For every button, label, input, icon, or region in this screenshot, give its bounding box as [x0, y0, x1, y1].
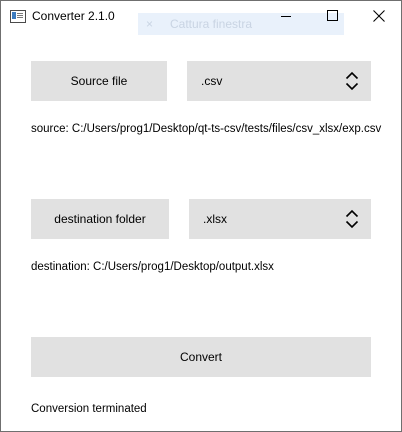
app-window-icon: [10, 10, 26, 23]
up-down-chevron-icon: [345, 71, 359, 91]
source-path-label: source: C:/Users/prog1/Desktop/qt-ts-csv…: [31, 123, 382, 135]
destination-folder-button[interactable]: destination folder: [31, 199, 169, 239]
title-bar[interactable]: Converter 2.1.0 × Cattura finestra: [1, 1, 401, 35]
converter-window: Converter 2.1.0 × Cattura finestra Sourc…: [0, 0, 402, 432]
minimize-icon: [281, 16, 291, 17]
maximize-icon: [327, 10, 338, 21]
destination-format-value: .xlsx: [203, 212, 227, 226]
up-down-chevron-icon: [345, 209, 359, 229]
convert-button[interactable]: Convert: [31, 337, 371, 377]
maximize-button[interactable]: [309, 1, 355, 32]
destination-format-combo[interactable]: .xlsx: [189, 199, 371, 239]
source-format-combo[interactable]: .csv: [187, 61, 371, 101]
ghost-tooltip-text: Cattura finestra: [170, 17, 253, 31]
close-icon: [373, 10, 385, 22]
source-file-button[interactable]: Source file: [31, 61, 167, 101]
minimize-button[interactable]: [263, 1, 309, 32]
window-title: Converter 2.1.0: [32, 9, 115, 23]
destination-path-label: destination: C:/Users/prog1/Desktop/outp…: [31, 261, 274, 273]
source-format-value: .csv: [201, 74, 223, 88]
ghost-close-glyph: ×: [146, 17, 154, 31]
close-button[interactable]: [355, 1, 401, 32]
status-label: Conversion terminated: [31, 403, 147, 415]
